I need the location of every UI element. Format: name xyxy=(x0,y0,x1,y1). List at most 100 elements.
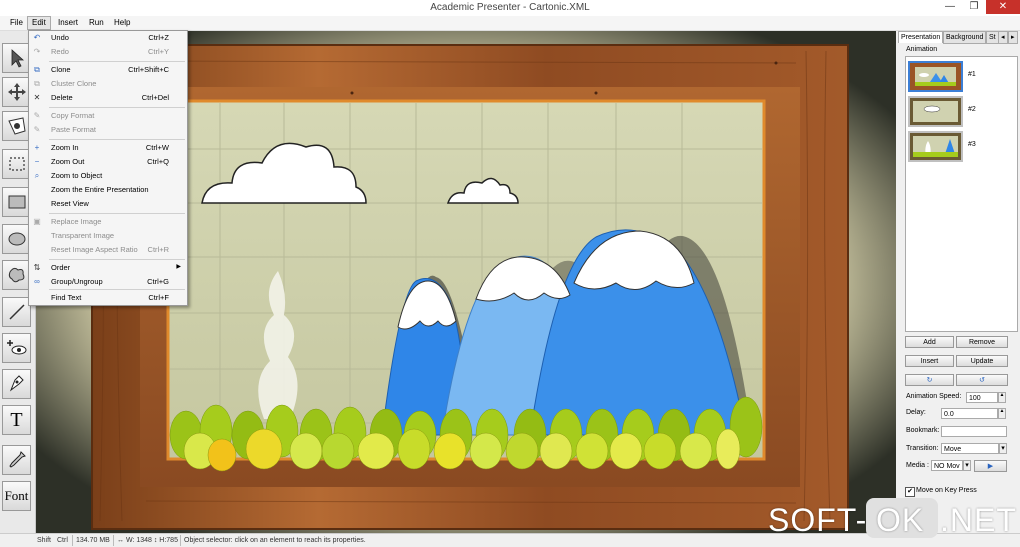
frame-select-tool[interactable] xyxy=(2,149,31,179)
rotate-left-button[interactable]: ↻ xyxy=(905,374,954,386)
menu-separator xyxy=(49,139,185,140)
camera-view-icon xyxy=(7,117,26,135)
move-tool[interactable] xyxy=(2,77,31,107)
rectangle-icon xyxy=(8,195,25,209)
animation-speed-input[interactable]: 100 xyxy=(966,392,998,403)
font-tool[interactable]: Font xyxy=(2,481,31,511)
menu-item-zoom-out[interactable]: − Zoom Out Ctrl+Q xyxy=(29,155,187,169)
copy-format-icon: ✎ xyxy=(33,111,41,120)
menu-insert[interactable]: Insert xyxy=(54,17,82,29)
dashed-rect-icon xyxy=(8,157,25,171)
menu-item-replace-image[interactable]: ▣ Replace Image xyxy=(29,215,187,229)
delay-spinner[interactable]: ▲ xyxy=(998,408,1006,419)
pen-tool[interactable] xyxy=(2,369,31,399)
move-arrows-icon xyxy=(7,83,26,101)
animation-label: Animation xyxy=(906,46,938,53)
eyedropper-icon xyxy=(8,451,26,468)
play-media-button[interactable]: ▶ xyxy=(974,460,1007,472)
slide-list[interactable]: #1 #2 #3 xyxy=(905,56,1018,332)
close-button[interactable]: ✕ xyxy=(986,0,1020,14)
tab-scroll-left-icon[interactable]: ◂ xyxy=(998,31,1008,44)
watermark: SOFT- OK .NET xyxy=(768,496,1018,540)
watermark-text: .NET xyxy=(940,502,1017,538)
zoom-in-icon: + xyxy=(34,143,40,152)
bookmark-input[interactable] xyxy=(941,426,1007,437)
menu-item-clone[interactable]: ⧉ Clone Ctrl+Shift+C xyxy=(29,63,187,77)
freeform-tool[interactable] xyxy=(2,260,31,290)
media-dropdown-icon[interactable]: ▾ xyxy=(963,460,971,471)
bookmark-label: Bookmark: xyxy=(906,427,940,434)
menu-item-zoom-to-object[interactable]: ⌕ Zoom to Object xyxy=(29,169,187,183)
pen-icon xyxy=(9,375,24,392)
slide-thumbnail[interactable] xyxy=(908,61,963,92)
canvas-size: ↔ W: 1348 ↕ H:785 xyxy=(117,537,178,544)
menu-item-shortcut: Ctrl+W xyxy=(145,143,169,152)
minimize-button[interactable]: — xyxy=(938,0,962,14)
select-arrow-tool[interactable] xyxy=(2,43,31,73)
animation-speed-spinner[interactable]: ▲ xyxy=(998,392,1006,403)
watermark-text: SOFT- xyxy=(768,502,868,538)
menu-item-undo[interactable]: ↶ Undo Ctrl+Z xyxy=(29,31,187,45)
status-divider xyxy=(113,535,114,546)
rotate-right-button[interactable]: ↺ xyxy=(956,374,1008,386)
menu-help[interactable]: Help xyxy=(110,17,134,29)
window-title: Academic Presenter - Cartonic.XML xyxy=(430,2,590,13)
menu-item-zoom-in[interactable]: + Zoom In Ctrl+W xyxy=(29,141,187,155)
transition-select[interactable]: Move xyxy=(941,443,999,454)
slide-number: #1 xyxy=(968,71,976,78)
status-message: Object selector: click on an element to … xyxy=(184,537,366,544)
menu-item-transparent-image[interactable]: Transparent Image xyxy=(29,229,187,243)
shift-indicator: Shift xyxy=(37,537,52,544)
menu-edit[interactable]: Edit xyxy=(27,16,51,30)
add-view-tool[interactable] xyxy=(2,333,31,363)
menu-item-find-text[interactable]: Find Text Ctrl+F xyxy=(29,291,187,305)
slide-thumbnail[interactable] xyxy=(908,96,963,127)
eyedropper-tool[interactable] xyxy=(2,445,31,475)
menu-item-redo[interactable]: ↷ Redo Ctrl+Y xyxy=(29,45,187,59)
line-tool[interactable] xyxy=(2,297,31,327)
replace-image-icon: ▣ xyxy=(33,217,41,226)
menu-item-label: Zoom to Object xyxy=(51,171,103,180)
menu-item-copy-format[interactable]: ✎ Copy Format xyxy=(29,109,187,123)
transition-dropdown-icon[interactable]: ▾ xyxy=(999,443,1007,454)
menu-item-order[interactable]: ⇅ Order ▶ xyxy=(29,261,187,275)
media-select[interactable]: NO Mov xyxy=(931,460,963,471)
menu-item-cluster-clone[interactable]: ⧉ Cluster Clone xyxy=(29,77,187,91)
remove-button[interactable]: Remove xyxy=(956,336,1008,348)
ellipse-tool[interactable] xyxy=(2,224,31,254)
menu-item-group[interactable]: ∞ Group/Ungroup Ctrl+G xyxy=(29,275,187,289)
menu-item-shortcut: Ctrl+Q xyxy=(147,157,169,166)
menu-item-reset-aspect[interactable]: Reset Image Aspect Ratio Ctrl+R xyxy=(29,243,187,257)
maximize-button[interactable]: ❐ xyxy=(962,0,986,14)
menu-item-reset-view[interactable]: Reset View xyxy=(29,197,187,211)
memory-usage: 134.70 MB xyxy=(76,537,110,544)
slide-number: #2 xyxy=(968,106,976,113)
freeform-shape-icon xyxy=(8,267,24,283)
delay-input[interactable]: 0.0 xyxy=(941,408,998,419)
menu-item-delete[interactable]: ✕ Delete Ctrl+Del xyxy=(29,91,187,105)
menu-item-label: Redo xyxy=(51,47,69,56)
insert-button[interactable]: Insert xyxy=(905,355,954,367)
menu-bar: File Edit Insert Run Help xyxy=(0,16,1020,31)
menu-item-label: Replace Image xyxy=(51,217,102,226)
rectangle-tool[interactable] xyxy=(2,187,31,217)
camera-tool[interactable] xyxy=(2,111,31,141)
menu-file[interactable]: File xyxy=(6,17,27,29)
menu-item-label: Delete xyxy=(51,93,73,102)
panel-tabs: Presentation Background St ◂ ▸ xyxy=(898,31,1020,44)
text-tool[interactable]: T xyxy=(2,405,31,435)
update-button[interactable]: Update xyxy=(956,355,1008,367)
add-button[interactable]: Add xyxy=(905,336,954,348)
media-label: Media : xyxy=(906,462,929,469)
tab-background[interactable]: Background xyxy=(943,31,987,44)
animation-speed-label: Animation Speed: xyxy=(906,393,962,400)
arrow-cursor-icon xyxy=(11,49,24,68)
tab-scroll-right-icon[interactable]: ▸ xyxy=(1008,31,1018,44)
menu-item-zoom-entire[interactable]: Zoom the Entire Presentation xyxy=(29,183,187,197)
zoom-out-icon: − xyxy=(34,157,40,166)
menu-run[interactable]: Run xyxy=(85,17,108,29)
slide-thumbnail[interactable] xyxy=(908,131,963,162)
tab-style[interactable]: St xyxy=(986,31,999,44)
tab-presentation[interactable]: Presentation xyxy=(898,31,944,43)
menu-item-paste-format[interactable]: ✎ Paste Format xyxy=(29,123,187,137)
